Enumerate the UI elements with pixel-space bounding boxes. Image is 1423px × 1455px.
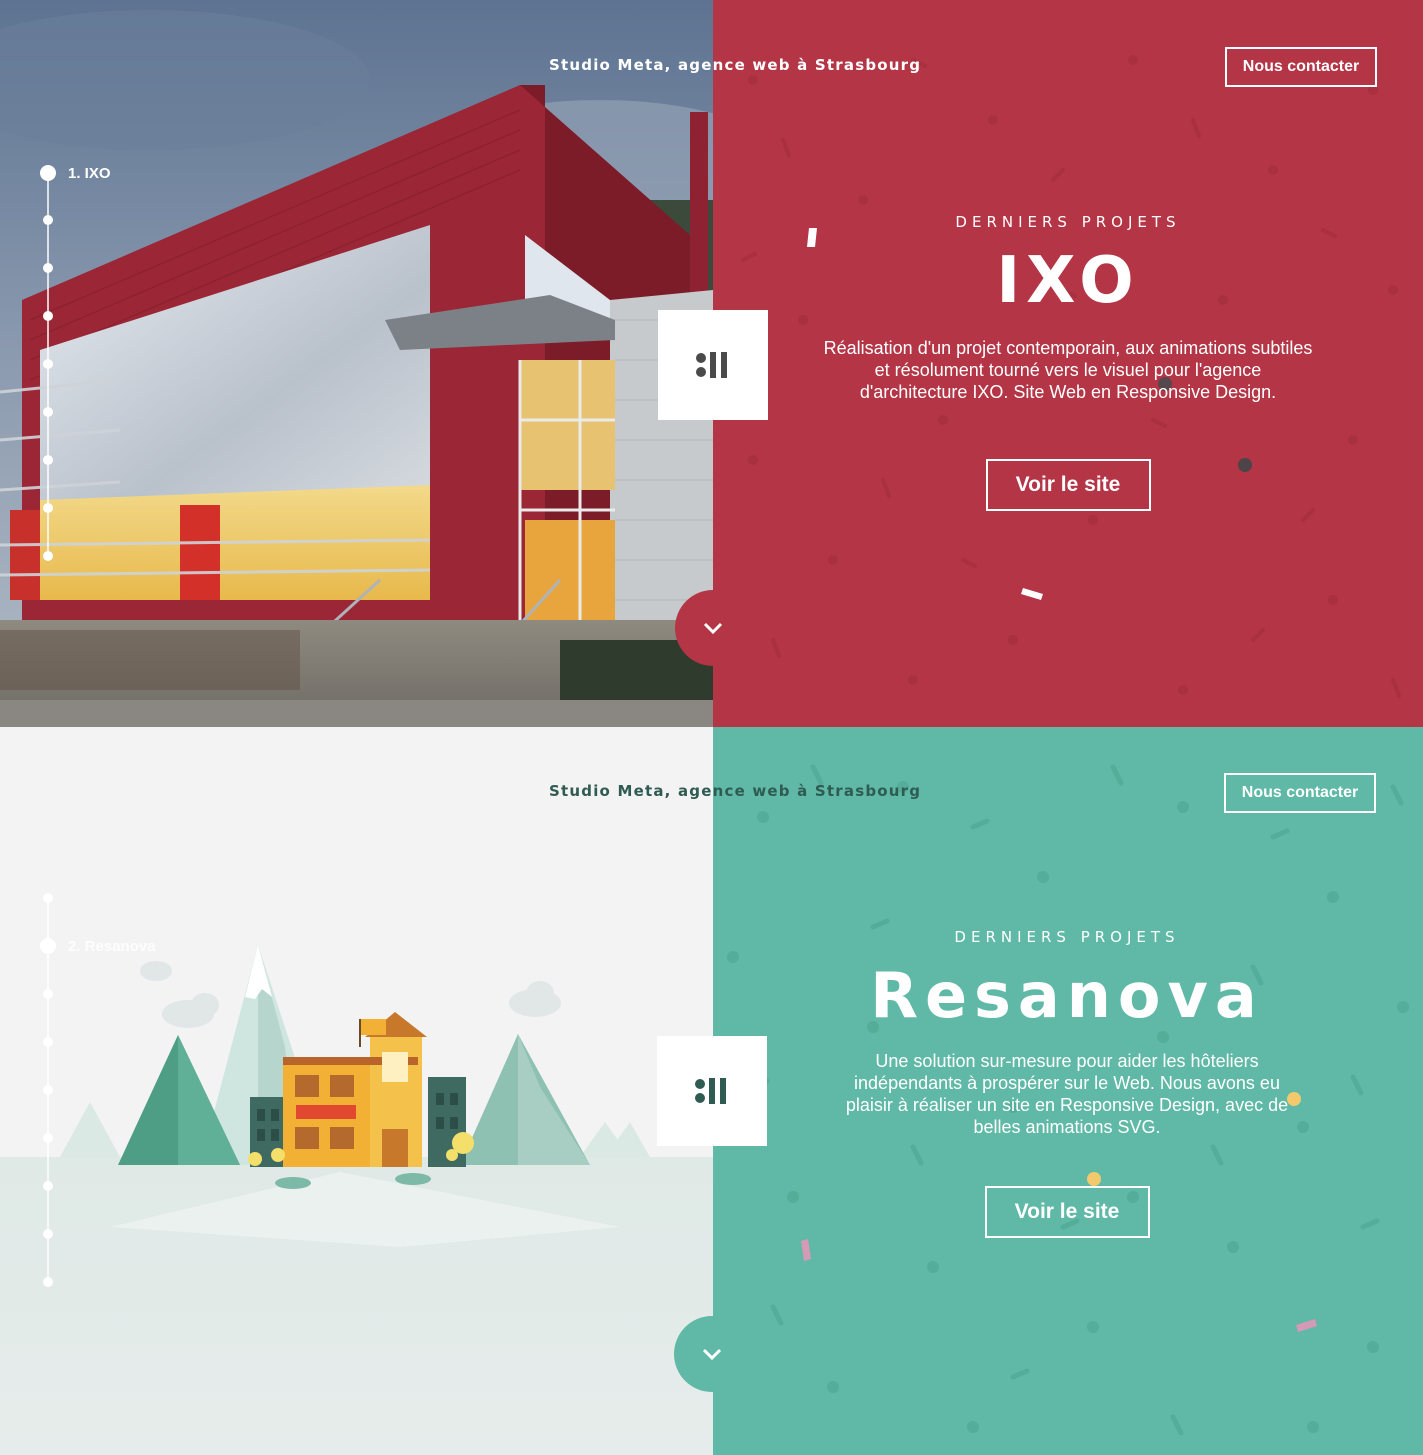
project-navigation: 1. IXO [40,0,240,727]
project-title: IXO [996,244,1140,318]
nav-dot[interactable] [43,893,53,903]
nav-dot[interactable] [43,1277,53,1287]
nav-dot[interactable] [43,455,53,465]
nav-dot[interactable] [43,1133,53,1143]
nav-dot[interactable] [43,1037,53,1047]
nav-dot[interactable] [43,311,53,321]
chevron-down-icon [702,1348,722,1361]
project-navigation: 2. Resanova [40,727,240,1455]
section-kicker: DERNIERS PROJETS [955,213,1181,231]
site-title[interactable]: Studio Meta, agence web à Strasbourg [549,56,921,74]
nav-dot-active[interactable] [40,165,56,181]
contact-button[interactable]: Nous contacter [1225,47,1377,87]
nav-dot-active[interactable] [40,938,56,954]
nav-dot[interactable] [43,1229,53,1239]
project-content: DERNIERS PROJETS IXO Réalisation d'un pr… [713,213,1423,511]
nav-dot[interactable] [43,215,53,225]
chevron-down-icon [703,622,723,635]
nav-dot[interactable] [43,263,53,273]
nav-dot[interactable] [43,989,53,999]
nav-dot[interactable] [43,407,53,417]
nav-dot[interactable] [43,503,53,513]
visit-site-button[interactable]: Voir le site [984,1186,1150,1238]
nav-dot[interactable] [43,1085,53,1095]
scroll-down-button[interactable] [674,1316,750,1392]
visit-site-button[interactable]: Voir le site [985,459,1151,511]
contact-button[interactable]: Nous contacter [1224,773,1376,813]
nav-label-active[interactable]: 1. IXO [68,165,111,182]
project-description: Une solution sur-mesure pour aider les h… [845,1051,1289,1137]
project-description: Réalisation d'un projet contemporain, au… [823,338,1313,402]
site-title[interactable]: Studio Meta, agence web à Strasbourg [549,782,921,800]
scroll-down-button[interactable] [675,590,751,666]
section-kicker: DERNIERS PROJETS [954,928,1180,946]
project-section-ixo: Studio Meta, agence web à Strasbourg Nou… [0,0,1423,727]
nav-label-active[interactable]: 2. Resanova [68,938,156,955]
project-title: Resanova [870,959,1264,1032]
project-content: DERNIERS PROJETS Resanova Une solution s… [712,928,1422,1238]
nav-dot[interactable] [43,359,53,369]
nav-dot[interactable] [43,551,53,561]
nav-dot[interactable] [43,1181,53,1191]
project-section-resanova: Studio Meta, agence web à Strasbourg Nou… [0,727,1423,1455]
